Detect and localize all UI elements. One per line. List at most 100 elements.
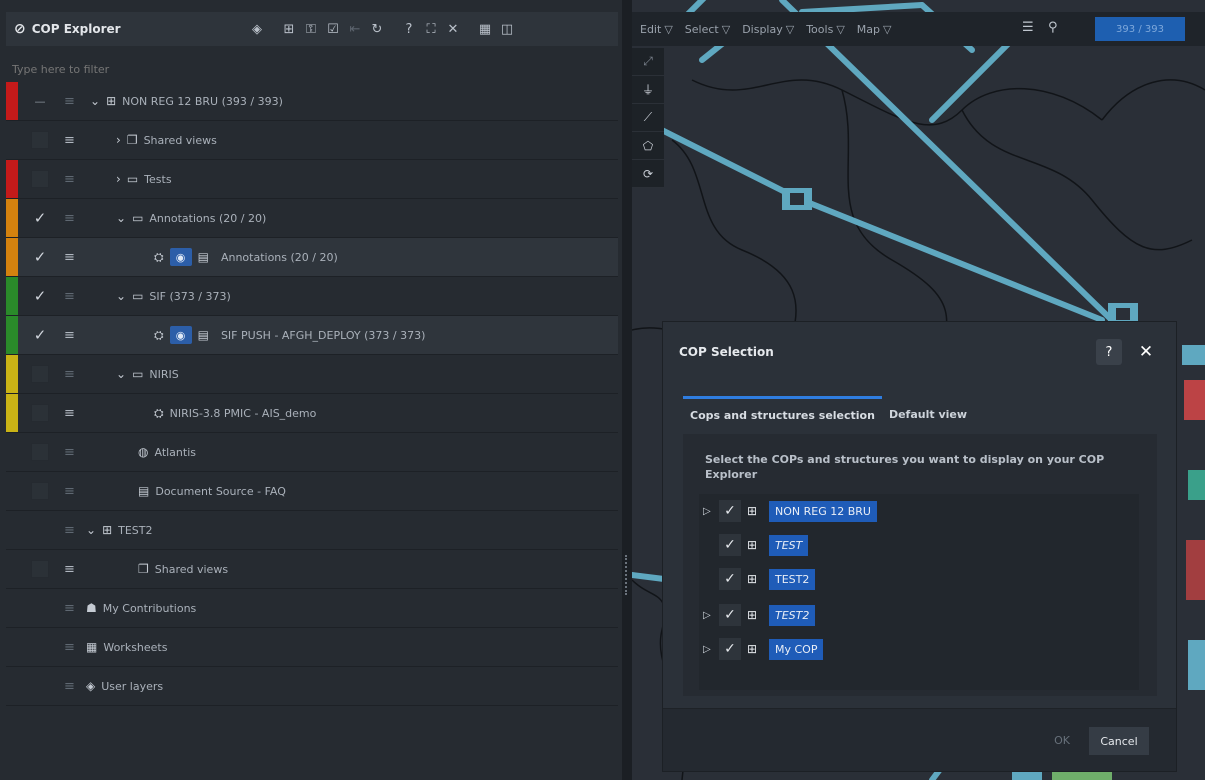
filter-icon[interactable]: ⚲ (1048, 20, 1058, 35)
tree-row-niris[interactable]: ≡ ⌄ ▭ NIRIS (6, 355, 618, 394)
check-icon[interactable]: ✓ (30, 325, 50, 345)
check-icon[interactable]: ✓ (719, 534, 741, 556)
tab-default-view[interactable]: Default view (882, 396, 974, 432)
list-item[interactable]: ✓ ⊞ TEST2 (719, 564, 816, 594)
menu-icon[interactable]: ≡ (64, 208, 82, 228)
partial-check[interactable]: — (30, 91, 50, 111)
menu-icon[interactable]: ≡ (64, 403, 82, 423)
checkbox[interactable] (31, 170, 49, 188)
check-icon[interactable]: ✓ (719, 604, 741, 626)
menu-select[interactable]: Select ▽ (685, 23, 730, 36)
comment-icon[interactable]: ▤ (198, 250, 209, 264)
list-item[interactable]: ▷ ✓ ⊞ NON REG 12 BRU (703, 496, 877, 526)
comment-icon[interactable]: ▤ (198, 328, 209, 342)
tree-row-niris-pmic[interactable]: ≡ ⛭ NIRIS-3.8 PMIC - AIS_demo (6, 394, 618, 433)
cop-chip[interactable]: TEST (769, 534, 809, 556)
structure-icon[interactable]: ⊞ (278, 18, 300, 40)
tree-row-annotations-folder[interactable]: ✓ ≡ ⌄ ▭ Annotations (20 / 20) (6, 199, 618, 238)
grid-icon[interactable]: ▦ (474, 18, 496, 40)
chevron-down-icon[interactable]: ⌄ (116, 211, 126, 225)
panel-icon[interactable]: ◫ (496, 18, 518, 40)
cop-chip[interactable]: TEST2 (769, 604, 816, 626)
tree-row-tests[interactable]: ≡ › ▭ Tests (6, 160, 618, 199)
menu-icon[interactable]: ≡ (64, 91, 82, 111)
menu-icon[interactable]: ≡ (64, 169, 82, 189)
chevron-right-icon[interactable]: › (116, 172, 121, 186)
checkbox[interactable] (31, 560, 49, 578)
chevron-down-icon[interactable]: ⌄ (116, 367, 126, 381)
check-icon[interactable]: ✓ (30, 208, 50, 228)
checkbox-icon[interactable]: ☑ (322, 18, 344, 40)
menu-tools[interactable]: Tools ▽ (806, 23, 845, 36)
tree-row-test2[interactable]: ≡ ⌄ ⊞ TEST2 (6, 511, 618, 550)
tree-row-test2-shared-views[interactable]: ≡ ❐ Shared views (6, 550, 618, 589)
key-icon[interactable]: ⚿ (300, 18, 322, 40)
tab-cops-structures[interactable]: Cops and structures selection (683, 396, 882, 432)
checkbox[interactable] (31, 482, 49, 500)
menu-icon[interactable]: ≡ (64, 598, 82, 618)
chevron-right-icon[interactable]: › (116, 133, 121, 147)
checkbox[interactable] (31, 404, 49, 422)
tree-row-sif-folder[interactable]: ✓ ≡ ⌄ ▭ SIF (373 / 373) (6, 277, 618, 316)
check-icon[interactable]: ✓ (30, 247, 50, 267)
menu-icon[interactable]: ≡ (64, 559, 82, 579)
tree-row-non-reg[interactable]: — ≡ ⌄ ⊞ NON REG 12 BRU (393 / 393) (6, 82, 618, 121)
expand-triangle-icon[interactable]: ▷ (703, 506, 713, 517)
menu-icon[interactable]: ≡ (64, 442, 82, 462)
polygon-tool-icon[interactable]: ⬠ (632, 132, 664, 160)
tree-row-shared-views[interactable]: ≡ › ❐ Shared views (6, 121, 618, 160)
tree-row-document-source[interactable]: ≡ ▤ Document Source - FAQ (6, 472, 618, 511)
measure-tool-icon[interactable]: ⟋ (632, 104, 664, 132)
menu-icon[interactable]: ≡ (64, 637, 82, 657)
tree-row-annotations-layer[interactable]: ✓ ≡ ⛭ ◉ ▤ Annotations (20 / 20) (6, 238, 618, 277)
list-item[interactable]: ▷ ✓ ⊞ TEST2 (703, 600, 816, 630)
menu-icon[interactable]: ≡ (64, 286, 82, 306)
close-icon[interactable]: ✕ (442, 18, 464, 40)
cancel-button[interactable]: Cancel (1089, 727, 1149, 755)
expand-icon[interactable]: ⛶ (420, 18, 442, 40)
visibility-icon[interactable]: ◉ (169, 248, 192, 266)
visibility-icon[interactable]: ◉ (169, 326, 192, 344)
tree-row-worksheets[interactable]: ≡ ▦ Worksheets (6, 628, 618, 667)
close-icon[interactable]: ✕ (1133, 339, 1159, 365)
list-icon[interactable]: ☰ (1022, 20, 1034, 35)
cop-chip[interactable]: My COP (769, 638, 824, 660)
menu-icon[interactable]: ≡ (64, 364, 82, 384)
ok-button[interactable]: OK (1047, 727, 1077, 753)
check-icon[interactable]: ✓ (719, 568, 741, 590)
list-item[interactable]: ✓ ⊞ TEST (719, 530, 809, 560)
checkbox[interactable] (31, 131, 49, 149)
menu-icon[interactable]: ≡ (64, 676, 82, 696)
scale-tool-icon[interactable]: ⤢ (632, 48, 664, 76)
list-item[interactable]: ▷ ✓ ⊞ My COP (703, 634, 824, 664)
collapse-icon[interactable]: ⇤ (344, 18, 366, 40)
chevron-down-icon[interactable]: ⌄ (90, 94, 100, 108)
menu-icon[interactable]: ≡ (64, 520, 82, 540)
distance-tool-icon[interactable]: ⏚ (632, 76, 664, 104)
check-icon[interactable]: ✓ (719, 638, 741, 660)
layers-icon[interactable]: ◈ (246, 18, 268, 40)
cop-chip[interactable]: NON REG 12 BRU (769, 500, 877, 522)
tree-row-my-contributions[interactable]: ≡ ☗ My Contributions (6, 589, 618, 628)
splitter-grip[interactable] (625, 555, 629, 595)
refresh-icon[interactable]: ↻ (366, 18, 388, 40)
rotate-tool-icon[interactable]: ⟳ (632, 160, 664, 188)
chevron-down-icon[interactable]: ⌄ (86, 523, 96, 537)
menu-map[interactable]: Map ▽ (857, 23, 892, 36)
tree-row-user-layers[interactable]: ≡ ◈ User layers (6, 667, 618, 706)
menu-display[interactable]: Display ▽ (742, 23, 794, 36)
help-icon[interactable]: ? (398, 18, 420, 40)
chevron-down-icon[interactable]: ⌄ (116, 289, 126, 303)
check-icon[interactable]: ✓ (30, 286, 50, 306)
expand-triangle-icon[interactable]: ▷ (703, 644, 713, 655)
help-icon[interactable]: ? (1096, 339, 1122, 365)
menu-icon[interactable]: ≡ (64, 325, 82, 345)
expand-triangle-icon[interactable]: ▷ (703, 610, 713, 621)
checkbox[interactable] (31, 365, 49, 383)
tree-row-sif-push[interactable]: ✓ ≡ ⛭ ◉ ▤ SIF PUSH - AFGH_DEPLOY (373 / … (6, 316, 618, 355)
cop-chip[interactable]: TEST2 (769, 568, 816, 590)
menu-edit[interactable]: Edit ▽ (640, 23, 673, 36)
check-icon[interactable]: ✓ (719, 500, 741, 522)
menu-icon[interactable]: ≡ (64, 481, 82, 501)
panel-splitter[interactable] (622, 0, 632, 780)
